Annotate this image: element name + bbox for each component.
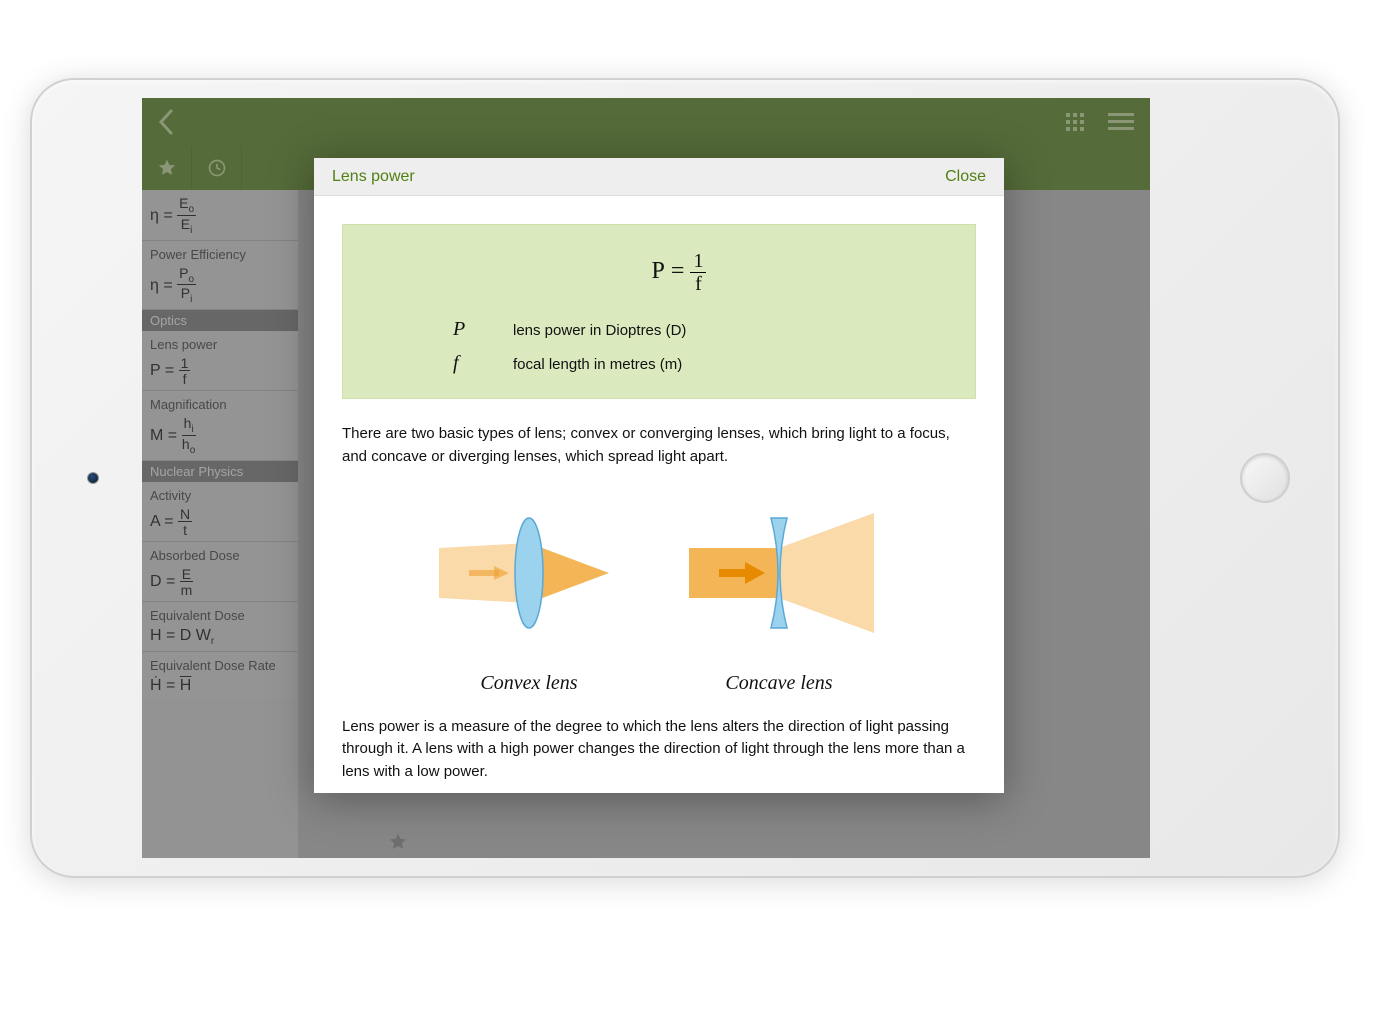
sidebar-item-label: Lens power — [150, 337, 290, 352]
detail-modal: Lens power Close P = 1f P lens power in … — [314, 158, 1004, 793]
sidebar-formula: M = hiho — [150, 416, 290, 456]
sidebar-formula: η = EoEi — [150, 196, 290, 236]
concave-caption: Concave lens — [679, 668, 879, 698]
variable-symbol: f — [453, 348, 513, 378]
paragraph: Lens power is a measure of the degree to… — [342, 716, 976, 784]
variable-definition: lens power in Dioptres (D) — [513, 320, 686, 343]
tablet-frame: η = EoEi Power Efficiency η = PoPi Optic… — [30, 78, 1340, 878]
tab-favourites[interactable] — [142, 146, 192, 190]
sidebar-item-activity[interactable]: Activity A = Nt — [142, 482, 298, 542]
close-button[interactable]: Close — [945, 168, 986, 186]
app-root: η = EoEi Power Efficiency η = PoPi Optic… — [142, 98, 1150, 858]
menu-icon[interactable] — [1108, 111, 1134, 133]
paragraph: There are two basic types of lens; conve… — [342, 423, 976, 468]
camera — [87, 472, 99, 484]
favourite-star-footer[interactable] — [298, 826, 1150, 858]
sidebar-item-energy-efficiency[interactable]: η = EoEi — [142, 190, 298, 241]
sidebar-item-lens-power[interactable]: Lens power P = 1f — [142, 331, 298, 391]
variable-symbol: P — [453, 314, 513, 344]
sidebar-item-label: Absorbed Dose — [150, 548, 290, 563]
sidebar-formula: H = D Wr — [150, 627, 290, 647]
top-bar — [142, 98, 1150, 146]
modal-header: Lens power Close — [314, 158, 1004, 196]
sidebar[interactable]: η = EoEi Power Efficiency η = PoPi Optic… — [142, 190, 298, 858]
sidebar-item-absorbed-dose[interactable]: Absorbed Dose D = Em — [142, 542, 298, 602]
tab-recent[interactable] — [192, 146, 242, 190]
back-button[interactable] — [152, 98, 180, 146]
convex-lens-block: Convex lens — [439, 498, 619, 698]
sidebar-item-label: Equivalent Dose — [150, 608, 290, 623]
main-formula: P = 1f — [453, 241, 905, 310]
sidebar-section-optics: Optics — [142, 310, 298, 331]
screen: η = EoEi Power Efficiency η = PoPi Optic… — [142, 98, 1150, 858]
sidebar-formula: P = 1f — [150, 356, 290, 386]
keypad-icon[interactable] — [1064, 111, 1086, 133]
modal-body[interactable]: P = 1f P lens power in Dioptres (D) f fo… — [314, 196, 1004, 793]
sidebar-formula: Ḣ = H — [150, 677, 290, 695]
sidebar-formula: D = Em — [150, 567, 290, 597]
tab-other[interactable] — [242, 146, 292, 190]
formula-box: P = 1f P lens power in Dioptres (D) f fo… — [342, 224, 976, 399]
sidebar-item-label: Equivalent Dose Rate — [150, 658, 290, 673]
sidebar-formula: η = PoPi — [150, 266, 290, 306]
sidebar-section-nuclear: Nuclear Physics — [142, 461, 298, 482]
convex-caption: Convex lens — [439, 668, 619, 698]
concave-lens-block: Concave lens — [679, 498, 879, 698]
variable-row: f focal length in metres (m) — [453, 348, 905, 378]
lens-diagram: Convex lens Concave lens — [342, 498, 976, 698]
modal-title: Lens power — [332, 168, 415, 186]
sidebar-item-label: Magnification — [150, 397, 290, 412]
variable-row: P lens power in Dioptres (D) — [453, 314, 905, 344]
sidebar-item-label: Power Efficiency — [150, 247, 290, 262]
variable-definition: focal length in metres (m) — [513, 354, 682, 377]
sidebar-item-label: Activity — [150, 488, 290, 503]
sidebar-item-equivalent-dose[interactable]: Equivalent Dose H = D Wr — [142, 602, 298, 652]
sidebar-item-equivalent-dose-rate[interactable]: Equivalent Dose Rate Ḣ = H — [142, 652, 298, 699]
sidebar-item-magnification[interactable]: Magnification M = hiho — [142, 391, 298, 461]
sidebar-item-power-efficiency[interactable]: Power Efficiency η = PoPi — [142, 241, 298, 311]
home-button[interactable] — [1240, 453, 1290, 503]
sidebar-formula: A = Nt — [150, 507, 290, 537]
